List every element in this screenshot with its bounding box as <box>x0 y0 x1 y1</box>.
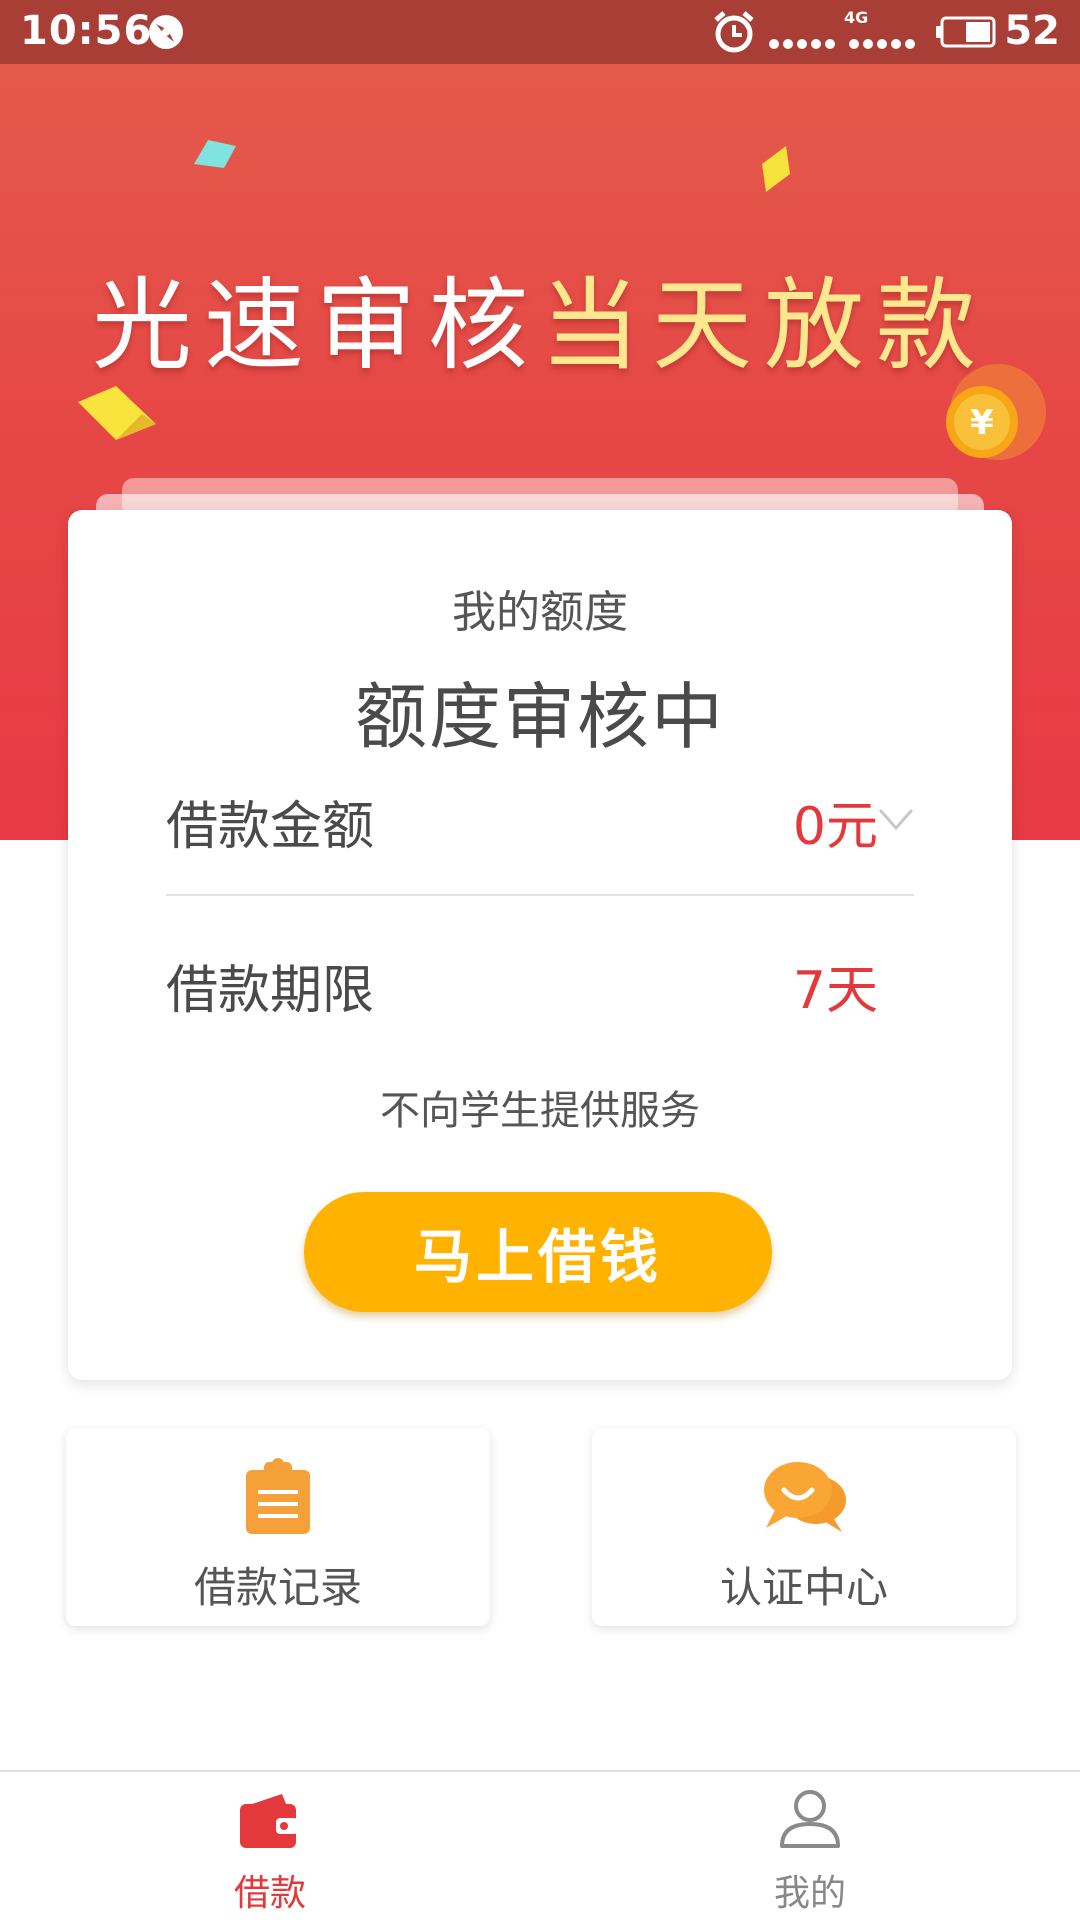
chat-bubbles-icon <box>764 1462 846 1532</box>
shortcut-verification-center-label: 认证中心 <box>719 1563 888 1612</box>
confetti-icon <box>194 140 236 168</box>
credit-status: 额度审核中 <box>354 675 725 759</box>
signal-icon: 4G <box>768 8 916 58</box>
credit-label: 我的额度 <box>452 587 628 638</box>
shortcut-loan-records[interactable]: 借款记录 <box>66 1428 490 1626</box>
confetti-icon <box>78 386 156 440</box>
term-value: 7天 <box>792 961 878 1021</box>
bottom-tab-bar: 借款 我的 <box>0 1770 1080 1922</box>
alarm-icon <box>712 10 756 58</box>
borrow-now-button[interactable]: 马上借钱 <box>304 1192 772 1312</box>
term-label: 借款期限 <box>166 961 375 1021</box>
credit-card: 我的额度 额度审核中 借款金额 0元 借款期限 7天 不向学生提供服务 马上借钱 <box>68 510 1012 1380</box>
amount-value[interactable]: 0元 <box>793 784 878 859</box>
network-type-label: 4G <box>844 8 869 27</box>
shortcut-loan-records-label: 借款记录 <box>193 1563 362 1612</box>
student-notice: 不向学生提供服务 <box>380 1088 700 1134</box>
confetti-icon <box>762 146 790 192</box>
shortcut-verification-center[interactable]: 认证中心 <box>592 1428 1016 1626</box>
tab-loan-label: 借款 <box>233 1873 306 1914</box>
amount-label: 借款金额 <box>166 797 375 857</box>
tab-loan[interactable]: 借款 <box>0 1772 540 1922</box>
tab-mine-label: 我的 <box>773 1873 846 1914</box>
wallet-icon <box>240 1794 298 1848</box>
battery-level: 52 <box>1004 8 1060 54</box>
clipboard-icon <box>246 1458 310 1534</box>
chevron-down-icon[interactable] <box>876 800 916 840</box>
compass-icon <box>146 12 186 56</box>
person-icon <box>780 1790 840 1848</box>
banner-title-part2: 当天放款 <box>540 267 988 384</box>
banner-title: 光速审核当天放款 <box>0 244 1080 389</box>
battery-icon <box>936 16 998 52</box>
banner-title-part1: 光速审核 <box>92 267 540 384</box>
status-time: 10:56 <box>20 8 153 54</box>
status-bar: 10:56 4G 52 <box>0 0 1080 64</box>
svg-text:¥: ¥ <box>970 403 994 443</box>
tab-mine[interactable]: 我的 <box>540 1772 1080 1922</box>
divider <box>166 894 914 896</box>
